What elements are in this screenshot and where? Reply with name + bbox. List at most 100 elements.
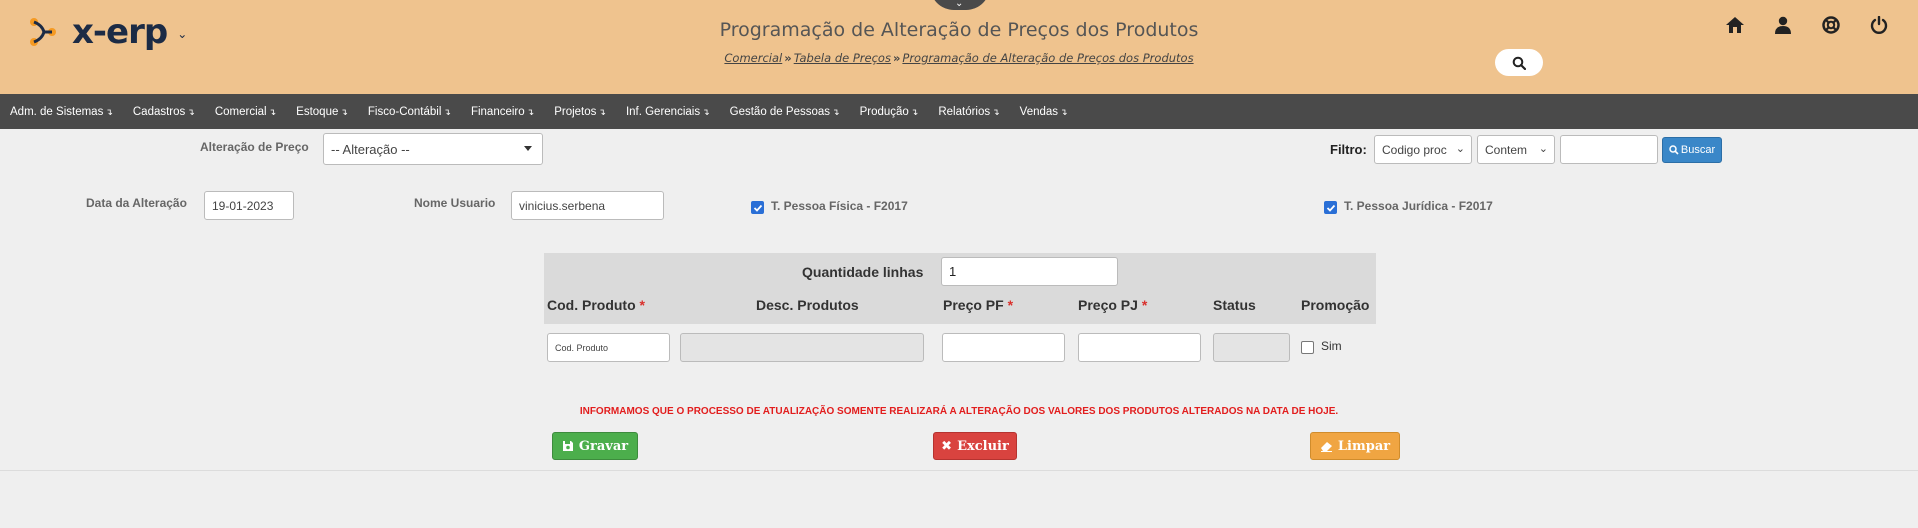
menu-item-adm-de-sistemas[interactable]: Adm. de Sistemas ↴ [10, 106, 113, 118]
pessoa-juridica-label: T. Pessoa Jurídica - F2017 [1344, 199, 1493, 213]
top-icons [1723, 13, 1891, 37]
preco-pf-input[interactable] [942, 333, 1065, 362]
col-preco-pf-label: Preço PF [943, 297, 1004, 313]
col-preco-pj: Preço PJ * [1078, 297, 1147, 313]
menu-item-estoque[interactable]: Estoque ↴ [296, 106, 348, 118]
menu-item-label: Cadastros [132, 105, 186, 118]
chevron-down-icon: ⌄ [955, 0, 964, 9]
eraser-icon [1320, 442, 1332, 452]
menu-item-financeiro[interactable]: Financeiro ↴ [471, 106, 534, 118]
preco-pj-input[interactable] [1078, 333, 1201, 362]
filtro-op-value: Contem [1485, 142, 1528, 157]
gravar-button[interactable]: Gravar [552, 432, 638, 460]
required-mark: * [1141, 297, 1148, 313]
filtro-field-select[interactable]: Codigo proc ⌄ [1374, 135, 1472, 164]
col-desc-produtos: Desc. Produtos [756, 297, 859, 313]
menu-item-label: Relatórios [938, 105, 991, 118]
submenu-arrow-icon: ↴ [105, 106, 113, 117]
buscar-label: Buscar [1680, 144, 1716, 156]
breadcrumb-tabela-precos[interactable]: Tabela de Preços [794, 51, 891, 65]
alteracao-label: Alteração de Preço [200, 140, 309, 154]
search-button[interactable] [1495, 49, 1543, 76]
submenu-arrow-icon: ↴ [832, 106, 840, 117]
required-mark: * [1007, 297, 1014, 313]
filtro-label: Filtro: [1330, 142, 1367, 157]
submenu-arrow-icon: ↴ [1060, 106, 1068, 117]
submenu-arrow-icon: ↴ [598, 106, 606, 117]
menu-item-label: Vendas [1019, 105, 1059, 118]
excluir-button[interactable]: ✖ Excluir [933, 432, 1017, 460]
pessoa-fisica-checkbox[interactable] [751, 201, 764, 214]
menu-item-label: Projetos [554, 105, 597, 118]
quantidade-linhas-label: Quantidade linhas [802, 264, 924, 280]
col-status: Status [1213, 297, 1256, 313]
breadcrumb-current[interactable]: Programação de Alteração de Preços dos P… [902, 51, 1193, 65]
desc-produtos-input [680, 333, 924, 362]
col-preco-pj-label: Preço PJ [1078, 297, 1138, 313]
menu-item-label: Adm. de Sistemas [10, 105, 104, 118]
menu-item-label: Fisco-Contábil [367, 105, 442, 118]
promocao-checkbox[interactable] [1301, 341, 1314, 354]
submenu-arrow-icon: ↴ [268, 106, 277, 117]
col-preco-pf: Preço PF * [943, 297, 1013, 313]
menu-item-relat-rios[interactable]: Relatórios ↴ [938, 106, 999, 118]
alteracao-select-value: -- Alteração -- [331, 141, 410, 157]
home-icon[interactable] [1723, 13, 1747, 37]
col-cod-produto-label: Cod. Produto [547, 297, 636, 313]
limpar-button[interactable]: Limpar [1310, 432, 1400, 460]
footer-divider [0, 470, 1918, 471]
menu-item-comercial[interactable]: Comercial ↴ [215, 106, 276, 118]
menu-item-label: Inf. Gerenciais [625, 105, 701, 118]
user-icon[interactable] [1771, 13, 1795, 37]
cod-produto-input[interactable]: Cod. Produto [547, 333, 670, 362]
collapse-header-tab[interactable]: ⌄ [930, 0, 990, 10]
menu-item-label: Produção [859, 105, 909, 118]
page-title: Programação de Alteração de Preços dos P… [719, 19, 1199, 41]
menu-item-produ-o[interactable]: Produção ↴ [860, 106, 919, 118]
submenu-arrow-icon: ↴ [992, 106, 1000, 117]
power-icon[interactable] [1867, 13, 1891, 37]
menu-item-projetos[interactable]: Projetos ↴ [554, 106, 606, 118]
check-icon [1326, 204, 1335, 212]
search-icon [1512, 56, 1526, 70]
menu-item-cadastros[interactable]: Cadastros ↴ [133, 106, 195, 118]
promocao-sim-label: Sim [1321, 339, 1342, 353]
warning-message: INFORMAMOS QUE O PROCESSO DE ATUALIZAÇÃO… [579, 406, 1339, 417]
quantidade-linhas-input[interactable]: 1 [941, 257, 1118, 286]
nome-usuario-label: Nome Usuario [414, 196, 496, 210]
menu-item-fisco-cont-bil[interactable]: Fisco-Contábil ↴ [368, 106, 451, 118]
support-icon[interactable] [1819, 13, 1843, 37]
alteracao-select[interactable]: -- Alteração -- [323, 133, 543, 165]
menu-item-inf-gerenciais[interactable]: Inf. Gerenciais ↴ [626, 106, 710, 118]
gravar-label: Gravar [578, 438, 629, 454]
main-menu: Adm. de Sistemas ↴ Cadastros ↴ Comercial ↴ Est… [0, 94, 1918, 129]
breadcrumb-comercial[interactable]: Comercial [724, 51, 782, 65]
filtro-field-value: Codigo proc [1382, 142, 1447, 157]
menu-item-vendas[interactable]: Vendas ↴ [1020, 106, 1068, 118]
limpar-label: Limpar [1337, 438, 1391, 454]
menu-item-label: Estoque [296, 105, 339, 118]
breadcrumb-separator: » [784, 51, 792, 65]
filtro-value-input[interactable] [1560, 135, 1658, 164]
save-icon [562, 441, 573, 451]
menu-item-gest-o-de-pessoas[interactable]: Gestão de Pessoas ↴ [730, 106, 840, 118]
breadcrumb-separator: » [892, 51, 901, 65]
filtro-op-select[interactable]: Contem ⌄ [1477, 135, 1555, 164]
chevron-down-icon: ⌄ [1455, 143, 1465, 155]
buscar-button[interactable]: Buscar [1662, 137, 1722, 163]
pessoa-juridica-checkbox[interactable] [1324, 201, 1337, 214]
submenu-arrow-icon: ↴ [702, 106, 710, 117]
excluir-label: Excluir [957, 438, 1009, 454]
menu-item-label: Gestão de Pessoas [729, 105, 831, 118]
submenu-arrow-icon: ↴ [187, 106, 195, 117]
submenu-arrow-icon: ↴ [526, 106, 535, 117]
pessoa-fisica-label: T. Pessoa Física - F2017 [771, 199, 908, 213]
col-promocao: Promoção [1301, 297, 1370, 313]
data-alteracao-label: Data da Alteração [86, 196, 187, 210]
nome-usuario-input[interactable]: vinicius.serbena [511, 191, 664, 220]
submenu-arrow-icon: ↴ [340, 106, 348, 117]
data-alteracao-input[interactable]: 19-01-2023 [204, 191, 294, 220]
menu-item-label: Financeiro [470, 105, 525, 118]
menu-item-label: Comercial [214, 105, 267, 118]
close-icon: ✖ [941, 438, 953, 454]
